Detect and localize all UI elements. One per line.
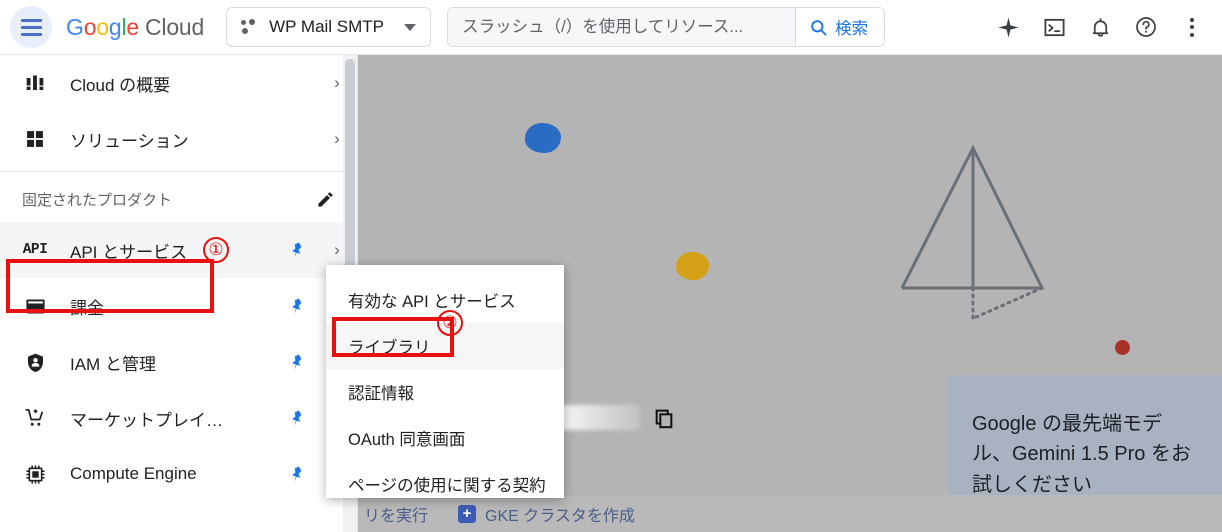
logo-word-cloud: Cloud xyxy=(145,13,205,40)
compute-chip-icon xyxy=(22,464,48,485)
sidebar-item-solutions[interactable]: ソリューション › xyxy=(0,111,357,167)
search-button-label: 検索 xyxy=(835,20,869,38)
chevron-down-icon xyxy=(404,23,417,31)
navigation-sidebar: Cloud の概要 › ソリューション › 固定されたプロダクト API API… xyxy=(0,55,358,532)
submenu-item-credentials[interactable]: 認証情報 xyxy=(326,369,564,415)
logo-letter-o2: o xyxy=(96,13,109,40)
sidebar-item-label: Cloud の概要 xyxy=(70,75,171,95)
annotation-number-1: ① xyxy=(203,237,229,263)
header-icon-group xyxy=(986,5,1222,49)
sidebar-item-compute-engine[interactable]: Compute Engine › xyxy=(0,446,357,502)
logo-letter-g: G xyxy=(66,13,84,40)
decorative-blue-blob xyxy=(525,123,561,153)
sidebar-item-label: 課金 xyxy=(70,298,104,318)
annotation-number-2: ② xyxy=(437,310,463,336)
pin-icon[interactable] xyxy=(277,297,317,315)
pencil-edit-icon[interactable] xyxy=(316,190,335,209)
pin-icon[interactable] xyxy=(277,353,317,371)
sidebar-item-cloud-overview[interactable]: Cloud の概要 › xyxy=(0,55,357,111)
sidebar-item-billing[interactable]: 課金 xyxy=(0,278,357,334)
gemini-sparkle-icon[interactable] xyxy=(986,5,1030,49)
sidebar-item-label: IAM と管理 xyxy=(70,354,156,374)
billing-card-icon xyxy=(22,296,48,317)
solutions-grid-icon xyxy=(22,129,48,149)
submenu-item-page-usage-agreement[interactable]: ページの使用に関する契約 xyxy=(326,461,564,507)
google-cloud-logo[interactable]: Google Cloud xyxy=(66,14,204,41)
sidebar-scrollbar-thumb[interactable] xyxy=(345,59,355,289)
cloud-overview-icon xyxy=(22,73,48,93)
section-title: 固定されたプロダクト xyxy=(22,191,173,209)
sidebar-item-label: API とサービス xyxy=(70,242,188,262)
marketplace-cart-icon xyxy=(22,407,48,429)
pinned-products-section-header: 固定されたプロダクト xyxy=(0,176,357,222)
submenu-item-label: OAuth 同意画面 xyxy=(348,431,466,449)
sidebar-item-marketplace[interactable]: マーケットプレイ… xyxy=(0,390,357,446)
sidebar-item-label: ソリューション xyxy=(70,131,189,151)
sidebar-item-iam-admin[interactable]: IAM と管理 › xyxy=(0,334,357,390)
pin-icon[interactable] xyxy=(277,241,317,259)
sidebar-item-label: Compute Engine xyxy=(70,464,197,483)
decorative-triangle-graphic xyxy=(900,144,1045,320)
help-icon[interactable] xyxy=(1124,5,1168,49)
decorative-gold-blob xyxy=(676,252,709,280)
redacted-text-block xyxy=(558,405,640,430)
pin-icon[interactable] xyxy=(277,409,317,427)
notifications-bell-icon[interactable] xyxy=(1078,5,1122,49)
search-input[interactable] xyxy=(448,8,796,46)
submenu-item-label: ページの使用に関する契約 xyxy=(348,477,546,495)
search-button[interactable]: 検索 xyxy=(795,8,885,46)
sidebar-divider xyxy=(0,171,357,172)
more-options-icon[interactable] xyxy=(1170,5,1214,49)
project-selector[interactable]: WP Mail SMTP xyxy=(226,7,432,47)
logo-letter-g2: g xyxy=(108,13,122,40)
decorative-red-dot xyxy=(1115,340,1130,355)
pin-icon[interactable] xyxy=(277,465,317,483)
api-icon: API xyxy=(22,242,48,258)
submenu-item-label: 有効な API とサービス xyxy=(348,293,516,311)
logo-letter-e: e xyxy=(126,13,139,40)
submenu-item-oauth-consent[interactable]: OAuth 同意画面 xyxy=(326,415,564,461)
api-services-submenu: 有効な API とサービス ライブラリ 認証情報 OAuth 同意画面 ページの… xyxy=(326,265,564,498)
submenu-item-label: ライブラリ xyxy=(348,339,431,357)
copy-icon[interactable] xyxy=(653,407,675,429)
sidebar-item-label: マーケットプレイ… xyxy=(70,410,223,430)
top-header-bar: GoogleCloud WP Mail SMTP 検索 xyxy=(0,0,1222,55)
iam-shield-icon xyxy=(22,352,48,373)
sidebar-item-api-and-services[interactable]: API API とサービス › xyxy=(0,222,357,278)
cloud-shell-icon[interactable] xyxy=(1032,5,1076,49)
plus-icon: + xyxy=(458,504,477,523)
search-icon xyxy=(811,19,827,36)
logo-letter-o1: o xyxy=(83,13,97,40)
search-bar: 検索 xyxy=(447,7,886,47)
hamburger-menu-icon[interactable] xyxy=(10,6,52,48)
project-dots-icon xyxy=(241,19,257,35)
google-cloud-console: GoogleCloud WP Mail SMTP 検索 xyxy=(0,0,1222,532)
project-name: WP Mail SMTP xyxy=(269,17,385,36)
gemini-promo-text: Google の最先端モデル、Gemini 1.5 Pro をお試しください xyxy=(972,413,1191,496)
submenu-item-label: 認証情報 xyxy=(348,385,414,403)
